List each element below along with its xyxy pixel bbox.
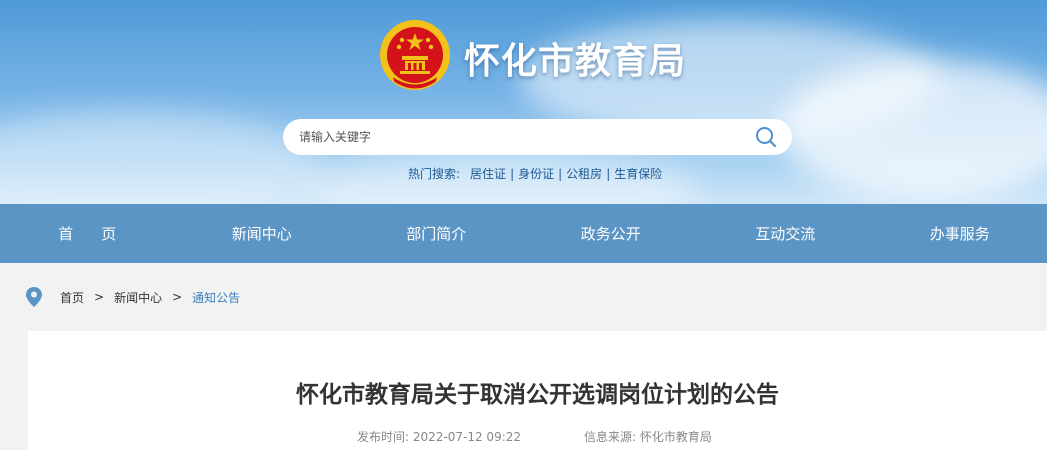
info-source-value: 怀化市教育局 — [639, 430, 712, 444]
hot-link-divider: | — [558, 166, 563, 181]
nav-item-label: 首页 — [58, 225, 145, 243]
search-box — [283, 119, 792, 155]
breadcrumb: 首页 > 新闻中心 > 通知公告 — [0, 263, 1047, 331]
nav-item-department-intro[interactable]: 部门简介 — [349, 204, 524, 263]
nav-item-news-center[interactable]: 新闻中心 — [175, 204, 350, 263]
hot-search: 热门搜索: 居住证 | 身份证 | 公租房 | 生育保险 — [408, 165, 662, 182]
breadcrumb-separator: > — [94, 290, 105, 304]
hot-link-id-card[interactable]: 身份证 — [518, 165, 554, 182]
hot-link-divider: | — [606, 166, 611, 181]
hot-link-public-housing[interactable]: 公租房 — [566, 165, 602, 182]
nav-item-interaction[interactable]: 互动交流 — [698, 204, 873, 263]
site-title: 怀化市教育局 — [464, 41, 687, 82]
search-icon[interactable] — [754, 125, 778, 149]
national-emblem-icon — [380, 20, 450, 90]
breadcrumb-news-center[interactable]: 新闻中心 — [114, 289, 162, 306]
nav-item-label: 部门简介 — [406, 225, 467, 243]
hot-link-maternity-insurance[interactable]: 生育保险 — [614, 165, 662, 182]
cloud-decoration — [780, 60, 1047, 200]
info-source-label: 信息来源: — [584, 430, 637, 444]
article-panel: 怀化市教育局关于取消公开选调岗位计划的公告 发布时间: 2022-07-12 0… — [28, 331, 1047, 450]
search-input[interactable] — [299, 130, 739, 144]
site-header: 怀化市教育局 热门搜索: 居住证 | 身份证 | 公租房 | 生育保险 — [0, 0, 1047, 204]
nav-item-services[interactable]: 办事服务 — [873, 204, 1047, 263]
nav-item-label: 新闻中心 — [231, 225, 292, 243]
nav-item-label: 政务公开 — [580, 225, 641, 243]
location-pin-icon — [26, 287, 42, 307]
cloud-decoration — [0, 110, 320, 204]
nav-item-government-affairs[interactable]: 政务公开 — [524, 204, 699, 263]
main-nav: 首页 新闻中心 部门简介 政务公开 互动交流 办事服务 — [0, 204, 1047, 263]
hot-search-label: 热门搜索: — [408, 167, 461, 181]
nav-item-home[interactable]: 首页 — [0, 204, 175, 263]
breadcrumb-home[interactable]: 首页 — [60, 289, 84, 306]
breadcrumb-notices[interactable]: 通知公告 — [192, 289, 240, 306]
hot-link-divider: | — [510, 166, 515, 181]
breadcrumb-separator: > — [172, 290, 183, 304]
hot-link-residence-permit[interactable]: 居住证 — [470, 165, 506, 182]
publish-time-value: 2022-07-12 09:22 — [412, 430, 522, 444]
nav-item-label: 办事服务 — [929, 225, 990, 243]
publish-time-label: 发布时间: — [357, 430, 410, 444]
article-title: 怀化市教育局关于取消公开选调岗位计划的公告 — [296, 382, 779, 408]
nav-item-label: 互动交流 — [755, 225, 816, 243]
publish-time: 发布时间: 2022-07-12 09:22 — [357, 428, 521, 445]
info-source: 信息来源: 怀化市教育局 — [584, 428, 712, 445]
